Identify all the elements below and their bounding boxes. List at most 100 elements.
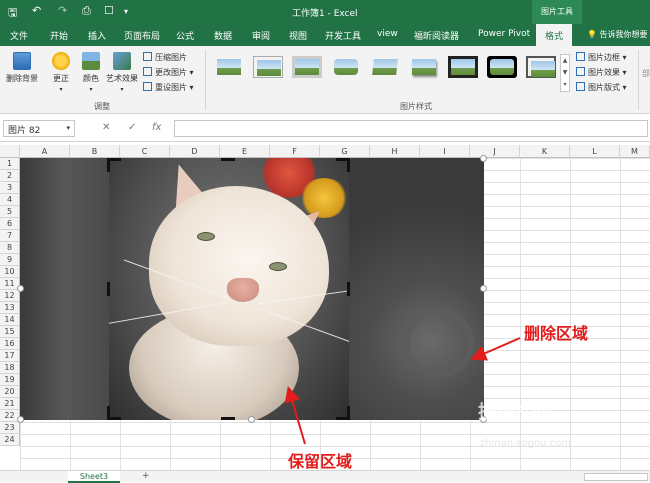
picture-layout-button[interactable]: 图片版式 ▾ <box>576 82 627 93</box>
resize-handle-left[interactable] <box>17 285 24 292</box>
tab-format[interactable]: 格式 <box>536 24 573 46</box>
crop-handle-bottom-left[interactable] <box>107 406 110 420</box>
row-header[interactable]: 1 <box>0 158 20 170</box>
row-header[interactable]: 8 <box>0 242 20 254</box>
row-header[interactable]: 21 <box>0 398 20 410</box>
tab-data[interactable]: 数据 <box>214 29 232 42</box>
cropped-region-left[interactable] <box>20 158 109 420</box>
picture-effects-button[interactable]: 图片效果 ▾ <box>576 67 627 78</box>
row-header[interactable]: 4 <box>0 194 20 206</box>
save-icon[interactable]: 🖫 <box>8 4 17 23</box>
insert-function-icon[interactable]: fx <box>152 122 161 133</box>
picture-style-5[interactable] <box>370 56 400 78</box>
sheet-tab[interactable]: Sheet3 <box>68 471 120 483</box>
picture-border-button[interactable]: 图片边框 ▾ <box>576 52 627 63</box>
column-header[interactable]: D <box>170 145 220 158</box>
compress-pictures-button[interactable]: 压缩图片 <box>143 52 187 63</box>
column-header[interactable]: I <box>420 145 470 158</box>
cat-photo[interactable] <box>109 158 349 420</box>
tab-file[interactable]: 文件 <box>10 29 28 42</box>
remove-background-button[interactable]: 删除背景 <box>4 52 40 84</box>
column-header[interactable]: F <box>270 145 320 158</box>
crop-handle-right[interactable] <box>347 282 350 296</box>
tab-review[interactable]: 审阅 <box>252 29 270 42</box>
column-header[interactable]: B <box>70 145 120 158</box>
row-header[interactable]: 6 <box>0 218 20 230</box>
row-header[interactable]: 14 <box>0 314 20 326</box>
crop-handle-top-right[interactable] <box>347 158 350 172</box>
crop-handle-top[interactable] <box>221 158 235 161</box>
row-header[interactable]: 12 <box>0 290 20 302</box>
horizontal-scrollbar[interactable] <box>584 473 648 481</box>
column-header[interactable]: L <box>570 145 620 158</box>
crop-handle-left[interactable] <box>107 282 110 296</box>
resize-handle-bottom[interactable] <box>248 416 255 423</box>
corrections-button[interactable]: 更正 ▾ <box>48 52 74 93</box>
picture-style-3[interactable] <box>292 56 322 78</box>
column-header[interactable]: E <box>220 145 270 158</box>
column-header[interactable]: H <box>370 145 420 158</box>
crop-handle-top-left[interactable] <box>107 158 110 172</box>
cropped-region-right[interactable] <box>349 158 484 420</box>
column-header[interactable]: A <box>20 145 70 158</box>
column-header[interactable]: J <box>470 145 520 158</box>
row-header[interactable]: 7 <box>0 230 20 242</box>
tab-view[interactable]: 视图 <box>289 29 307 42</box>
formula-input[interactable] <box>174 120 648 137</box>
print-preview-icon[interactable]: ⎙ <box>82 4 91 18</box>
column-header[interactable]: C <box>120 145 170 158</box>
chevron-down-icon[interactable]: ▾ <box>66 124 70 132</box>
reset-picture-button[interactable]: 重设图片 ▾ <box>143 82 194 93</box>
row-header[interactable]: 23 <box>0 422 20 434</box>
cancel-icon[interactable]: ✕ <box>102 122 110 133</box>
row-header[interactable]: 19 <box>0 374 20 386</box>
picture-style-4[interactable] <box>331 56 361 78</box>
row-header[interactable]: 18 <box>0 362 20 374</box>
tab-page-layout[interactable]: 页面布局 <box>124 29 160 42</box>
picture-style-6[interactable] <box>409 56 439 78</box>
name-box[interactable]: 图片 82 ▾ <box>3 120 75 137</box>
row-header[interactable]: 16 <box>0 338 20 350</box>
row-header[interactable]: 17 <box>0 350 20 362</box>
column-header[interactable]: K <box>520 145 570 158</box>
row-header[interactable]: 15 <box>0 326 20 338</box>
tab-view-addin[interactable]: view <box>377 29 398 39</box>
crop-handle-bottom[interactable] <box>221 417 235 420</box>
row-header[interactable]: 5 <box>0 206 20 218</box>
redo-icon[interactable]: ↷ <box>58 4 67 17</box>
color-button[interactable]: 颜色 ▾ <box>78 52 104 93</box>
customize-qat-icon[interactable]: ▾ <box>124 7 128 16</box>
undo-icon[interactable]: ↶ <box>32 4 41 17</box>
row-header[interactable]: 13 <box>0 302 20 314</box>
tell-me-box[interactable]: 💡 告诉我你想要 <box>587 29 648 40</box>
resize-handle-bottom-left[interactable] <box>17 416 24 423</box>
row-header[interactable]: 3 <box>0 182 20 194</box>
tab-home[interactable]: 开始 <box>50 29 68 42</box>
row-header[interactable]: 2 <box>0 170 20 182</box>
tab-foxit-reader[interactable]: 福昕阅读器 <box>414 29 459 42</box>
picture-style-7[interactable] <box>448 56 478 78</box>
picture-style-8[interactable] <box>487 56 517 78</box>
column-header[interactable]: G <box>320 145 370 158</box>
tab-formulas[interactable]: 公式 <box>176 29 194 42</box>
tab-power-pivot[interactable]: Power Pivot <box>478 29 530 39</box>
tab-insert[interactable]: 插入 <box>88 29 106 42</box>
resize-handle-top-right[interactable] <box>480 155 487 162</box>
picture-style-1[interactable] <box>214 56 244 78</box>
row-header[interactable]: 9 <box>0 254 20 266</box>
row-header[interactable]: 20 <box>0 386 20 398</box>
column-header[interactable]: M <box>620 145 650 158</box>
artistic-effects-button[interactable]: 艺术效果 ▾ <box>104 52 140 93</box>
select-all-corner[interactable] <box>0 145 20 158</box>
gallery-scroll[interactable]: ▲ ▼ ▾ <box>560 54 570 92</box>
row-header[interactable]: 24 <box>0 434 20 446</box>
change-picture-button[interactable]: 更改图片 ▾ <box>143 67 194 78</box>
picture-style-2[interactable] <box>253 56 283 78</box>
row-header[interactable]: 10 <box>0 266 20 278</box>
picture-style-9[interactable] <box>526 56 556 78</box>
tab-developer[interactable]: 开发工具 <box>325 29 361 42</box>
crop-handle-bottom-right[interactable] <box>347 406 350 420</box>
touch-mode-icon[interactable]: ☐ <box>104 4 114 17</box>
resize-handle-right[interactable] <box>480 285 487 292</box>
enter-icon[interactable]: ✓ <box>128 122 136 133</box>
